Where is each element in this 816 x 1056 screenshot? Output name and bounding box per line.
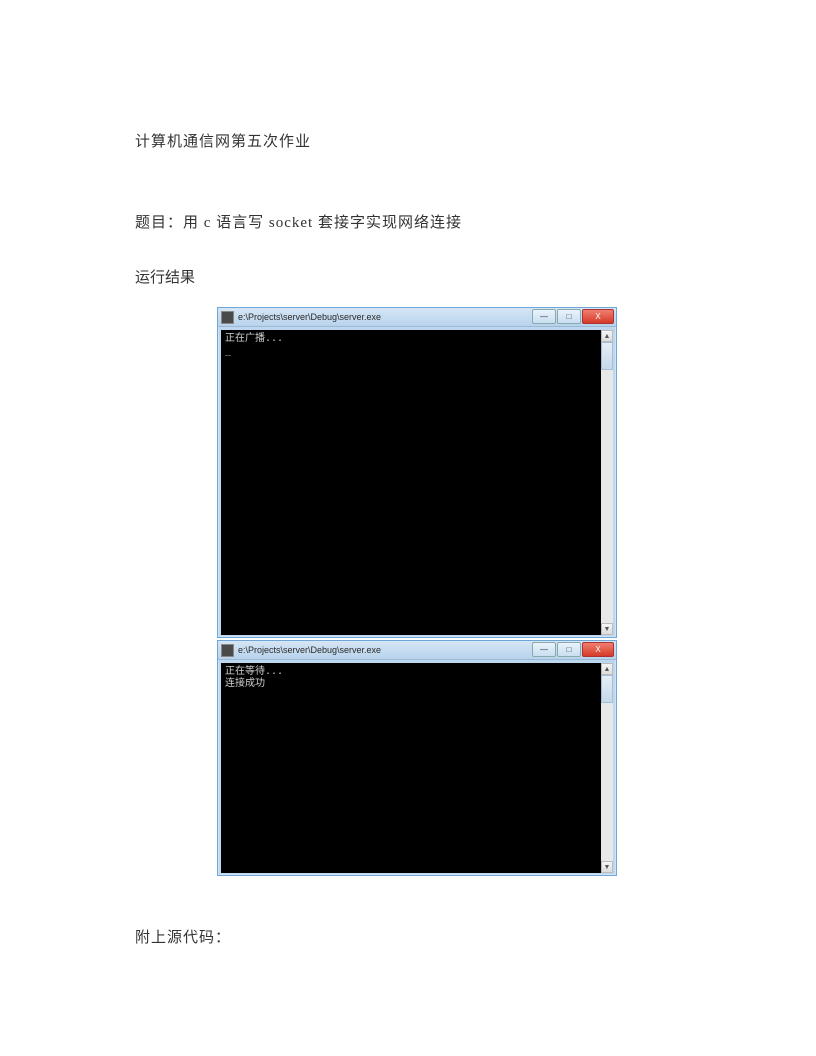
app-icon xyxy=(221,311,234,324)
titlebar[interactable]: e:\Projects\server\Debug\server.exe — □ … xyxy=(218,308,616,327)
scroll-track[interactable] xyxy=(601,342,613,623)
scroll-up-button[interactable]: ▲ xyxy=(601,330,613,342)
app-icon xyxy=(221,644,234,657)
close-button[interactable]: X xyxy=(582,309,614,324)
scroll-thumb[interactable] xyxy=(601,342,613,370)
maximize-button[interactable]: □ xyxy=(557,642,581,657)
client-area-wrap: 正在等待... 连接成功 ▲ ▼ xyxy=(218,660,616,876)
vertical-scrollbar[interactable]: ▲ ▼ xyxy=(601,330,613,635)
console-client-area: 正在等待... 连接成功 ▲ ▼ xyxy=(221,663,613,873)
client-area-wrap: 正在广播... _ ▲ ▼ xyxy=(218,327,616,638)
close-button[interactable]: X xyxy=(582,642,614,657)
console-client-area: 正在广播... _ ▲ ▼ xyxy=(221,330,613,635)
page-title: 计算机通信网第五次作业 xyxy=(135,130,681,151)
scroll-track[interactable] xyxy=(601,675,613,861)
vertical-scrollbar[interactable]: ▲ ▼ xyxy=(601,663,613,873)
source-code-heading: 附上源代码： xyxy=(135,926,681,947)
console-window-2: e:\Projects\server\Debug\server.exe — □ … xyxy=(217,640,617,876)
scroll-down-button[interactable]: ▼ xyxy=(601,861,613,873)
console-output: 正在等待... 连接成功 xyxy=(221,663,613,693)
console-output: 正在广播... _ xyxy=(221,330,613,360)
titlebar[interactable]: e:\Projects\server\Debug\server.exe — □ … xyxy=(218,641,616,660)
screenshot-container: e:\Projects\server\Debug\server.exe — □ … xyxy=(217,307,617,876)
window-controls: — □ X xyxy=(532,309,614,324)
result-heading: 运行结果 xyxy=(135,266,681,287)
window-controls: — □ X xyxy=(532,642,614,657)
console-window-1: e:\Projects\server\Debug\server.exe — □ … xyxy=(217,307,617,638)
window-title: e:\Projects\server\Debug\server.exe xyxy=(238,645,381,655)
minimize-button[interactable]: — xyxy=(532,642,556,657)
scroll-down-button[interactable]: ▼ xyxy=(601,623,613,635)
document-page: 计算机通信网第五次作业 题目：用 c 语言写 socket 套接字实现网络连接 … xyxy=(0,0,816,947)
window-title: e:\Projects\server\Debug\server.exe xyxy=(238,312,381,322)
scroll-thumb[interactable] xyxy=(601,675,613,703)
minimize-button[interactable]: — xyxy=(532,309,556,324)
maximize-button[interactable]: □ xyxy=(557,309,581,324)
topic-heading: 题目：用 c 语言写 socket 套接字实现网络连接 xyxy=(135,211,681,232)
scroll-up-button[interactable]: ▲ xyxy=(601,663,613,675)
